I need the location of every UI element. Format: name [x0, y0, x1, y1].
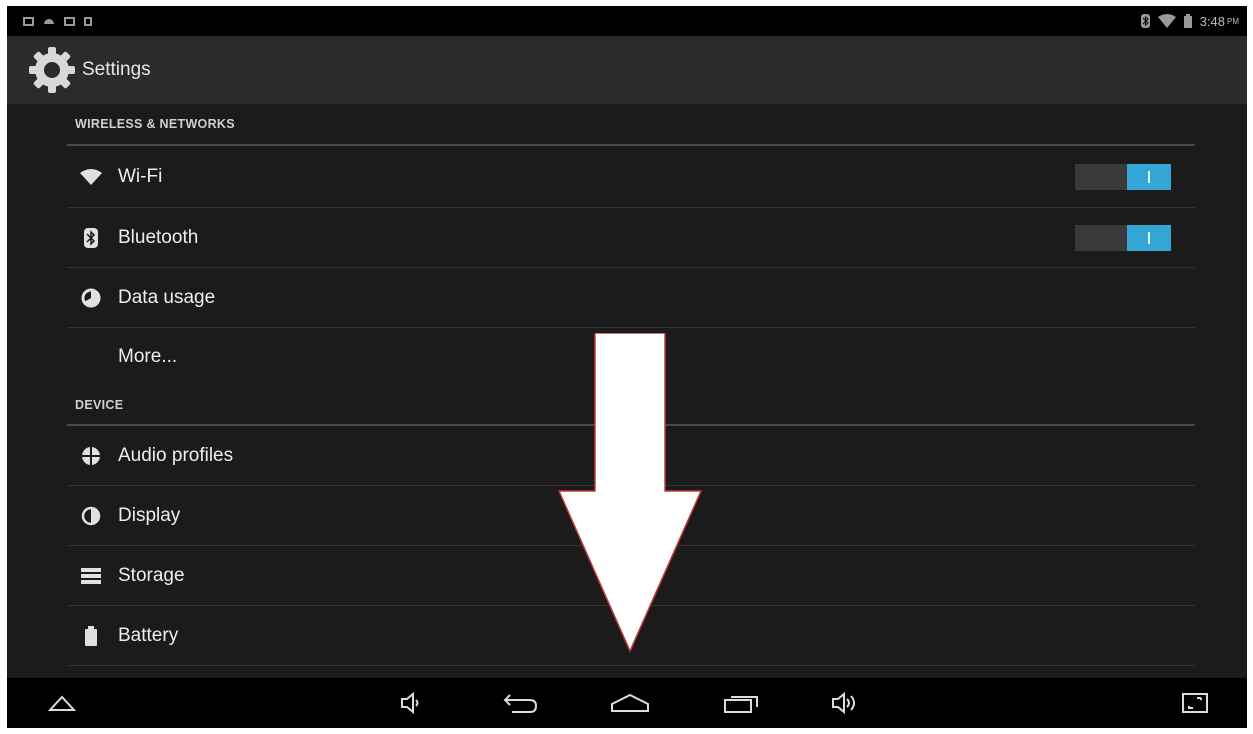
bluetooth-toggle[interactable] — [1075, 224, 1171, 251]
storage-icon — [78, 563, 104, 589]
bluetooth-icon — [78, 225, 104, 251]
notification-icon — [23, 16, 34, 26]
settings-item-label: Audio profiles — [118, 444, 234, 466]
notification-icons — [7, 12, 92, 30]
action-bar: Settings — [7, 36, 1247, 104]
gear-icon[interactable] — [24, 42, 80, 98]
android-icon — [43, 12, 55, 30]
back-icon[interactable] — [501, 688, 541, 718]
battery-icon — [78, 623, 104, 649]
volume-up-icon[interactable] — [829, 688, 865, 718]
settings-item-data-usage[interactable]: Data usage — [67, 268, 1195, 328]
audio-profiles-icon — [78, 443, 104, 469]
clock: 3:48 — [1199, 13, 1225, 29]
settings-item-label: Display — [118, 504, 181, 526]
bluetooth-icon — [1140, 14, 1150, 28]
settings-item-label: Data usage — [118, 286, 216, 308]
settings-item-bluetooth[interactable]: Bluetooth — [67, 208, 1195, 268]
display-icon — [78, 503, 104, 529]
wifi-icon — [1157, 14, 1176, 28]
navigation-bar — [7, 678, 1247, 728]
page-title: Settings — [82, 59, 151, 80]
clock-ampm: PM — [1227, 16, 1239, 26]
wifi-icon — [78, 164, 104, 190]
recents-icon[interactable] — [721, 688, 761, 718]
sd-card-icon — [84, 16, 92, 26]
section-header-wireless: WIRELESS & NETWORKS — [67, 104, 1195, 146]
system-status: 3:48 PM — [1140, 13, 1247, 29]
up-icon[interactable] — [47, 688, 77, 718]
settings-item-wifi[interactable]: Wi-Fi — [67, 146, 1195, 208]
toggle-knob — [1127, 163, 1171, 190]
volume-down-icon[interactable] — [397, 688, 427, 718]
home-icon[interactable] — [609, 688, 651, 718]
tablet-screen: 3:48 PM Settings WIRELESS & NETWORKS Wi-… — [7, 6, 1247, 728]
image-icon — [64, 16, 75, 26]
wifi-toggle[interactable] — [1075, 163, 1171, 190]
settings-item-label: More... — [118, 346, 178, 367]
settings-item-label: Storage — [118, 564, 185, 586]
settings-item-label: Battery — [118, 624, 179, 646]
status-bar: 3:48 PM — [7, 6, 1247, 36]
battery-icon — [1183, 14, 1192, 28]
screenshot-icon[interactable] — [1179, 688, 1211, 718]
down-arrow-icon — [555, 332, 705, 658]
toggle-knob — [1127, 224, 1171, 251]
data-usage-icon — [78, 285, 104, 311]
settings-item-label: Wi-Fi — [118, 165, 163, 187]
settings-item-label: Bluetooth — [118, 226, 199, 248]
